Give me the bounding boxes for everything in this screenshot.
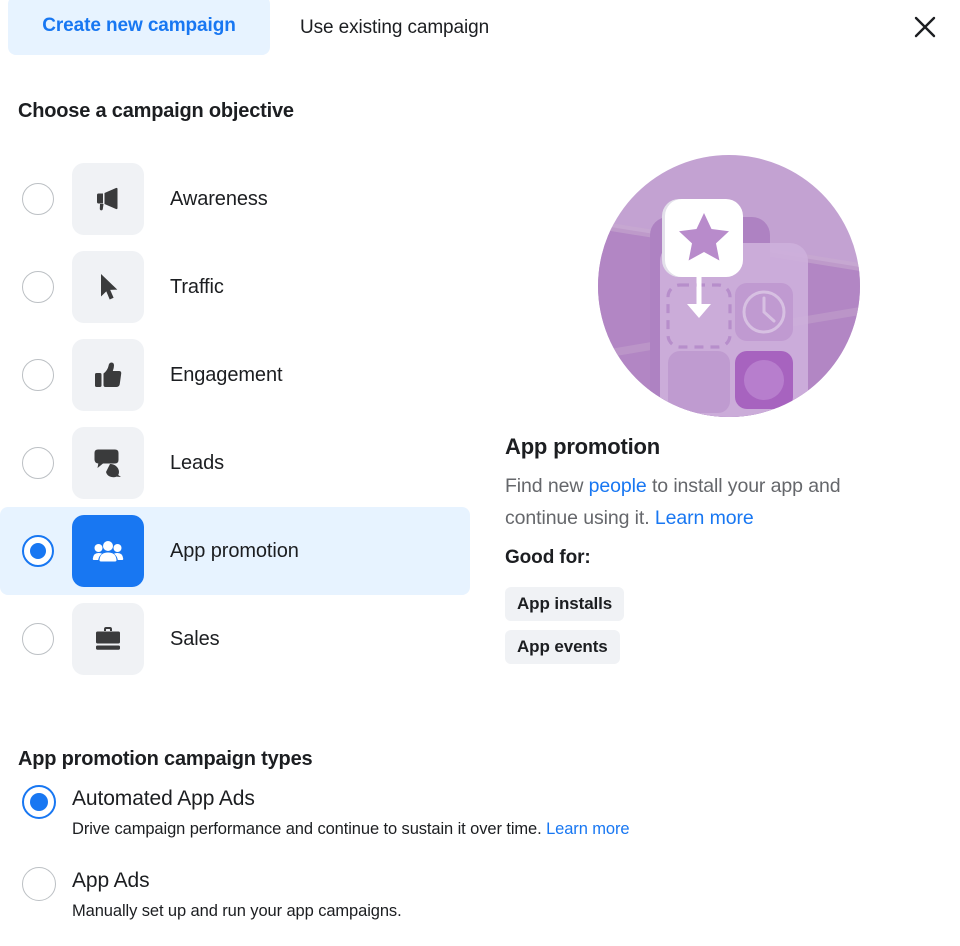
tag-app-installs: App installs (505, 587, 625, 621)
objective-row-engagement[interactable]: Engagement (0, 331, 470, 419)
tab-use-existing-campaign-label: Use existing campaign (300, 17, 490, 38)
campaign-type-description-text: Manually set up and run your app campaig… (72, 902, 402, 920)
people-group-icon (72, 515, 144, 587)
campaign-type-row-app-ads[interactable]: App Ads Manually set up and run your app… (0, 867, 800, 946)
objective-row-app-promotion[interactable]: App promotion (0, 507, 470, 595)
radio-app-promotion[interactable] (22, 535, 54, 567)
objective-label: App promotion (170, 539, 299, 562)
campaign-type-row-automated-app-ads[interactable]: Automated App Ads Drive campaign perform… (0, 785, 800, 865)
campaign-types-radio-group: Automated App Ads Drive campaign perform… (0, 785, 800, 946)
good-for-label: Good for: (505, 547, 591, 568)
objective-row-leads[interactable]: Leads (0, 419, 470, 507)
detail-description-text-1: Find new (505, 475, 589, 497)
campaign-type-title: App Ads (72, 869, 150, 892)
campaign-type-description-text: Drive campaign performance and continue … (72, 820, 547, 838)
radio-automated-app-ads[interactable] (22, 785, 56, 819)
detail-title: App promotion (505, 434, 661, 459)
radio-awareness[interactable] (22, 183, 54, 215)
objective-row-awareness[interactable]: Awareness (0, 155, 470, 243)
chat-bubbles-icon (72, 427, 144, 499)
radio-dot (30, 543, 46, 559)
radio-engagement[interactable] (22, 359, 54, 391)
app-promotion-illustration (598, 155, 860, 417)
shopping-bag-icon (72, 603, 144, 675)
radio-dot (30, 793, 48, 811)
cursor-icon (72, 251, 144, 323)
tag-app-events: App events (505, 630, 620, 664)
dialog-tabbar: Create new campaign Use existing campaig… (0, 0, 960, 58)
radio-dot (30, 191, 46, 207)
people-link[interactable]: people (589, 475, 647, 497)
detail-description: Find new people to install your app and … (505, 470, 915, 534)
radio-dot (30, 875, 48, 893)
objective-label: Engagement (170, 363, 283, 386)
campaign-types-heading: App promotion campaign types (18, 748, 313, 770)
megaphone-icon (72, 163, 144, 235)
radio-app-ads[interactable] (22, 867, 56, 901)
campaign-objective-dialog: Create new campaign Use existing campaig… (0, 0, 960, 946)
learn-more-link[interactable]: Learn more (546, 820, 629, 838)
objective-label: Sales (170, 627, 220, 650)
learn-more-link[interactable]: Learn more (655, 507, 754, 529)
radio-dot (30, 455, 46, 471)
radio-dot (30, 631, 46, 647)
thumbs-up-icon (72, 339, 144, 411)
close-icon (912, 14, 938, 40)
campaign-type-title: Automated App Ads (72, 787, 255, 810)
radio-dot (30, 367, 46, 383)
radio-dot (30, 279, 46, 295)
objective-radio-group: Awareness Traffic Engagement Leads App p… (0, 155, 480, 683)
objective-row-traffic[interactable]: Traffic (0, 243, 470, 331)
objective-row-sales[interactable]: Sales (0, 595, 470, 683)
tab-create-new-campaign[interactable]: Create new campaign (8, 0, 270, 55)
objective-label: Traffic (170, 275, 224, 298)
tab-create-new-campaign-label: Create new campaign (42, 14, 236, 36)
close-button[interactable] (903, 5, 947, 49)
radio-sales[interactable] (22, 623, 54, 655)
radio-leads[interactable] (22, 447, 54, 479)
radio-traffic[interactable] (22, 271, 54, 303)
objective-section-heading: Choose a campaign objective (18, 100, 294, 122)
campaign-type-description: Drive campaign performance and continue … (72, 820, 630, 839)
objective-label: Awareness (170, 187, 268, 210)
good-for-tag-list: App installs App events (505, 587, 625, 664)
campaign-type-description: Manually set up and run your app campaig… (72, 902, 402, 921)
objective-label: Leads (170, 451, 224, 474)
tab-use-existing-campaign[interactable]: Use existing campaign (300, 13, 489, 43)
